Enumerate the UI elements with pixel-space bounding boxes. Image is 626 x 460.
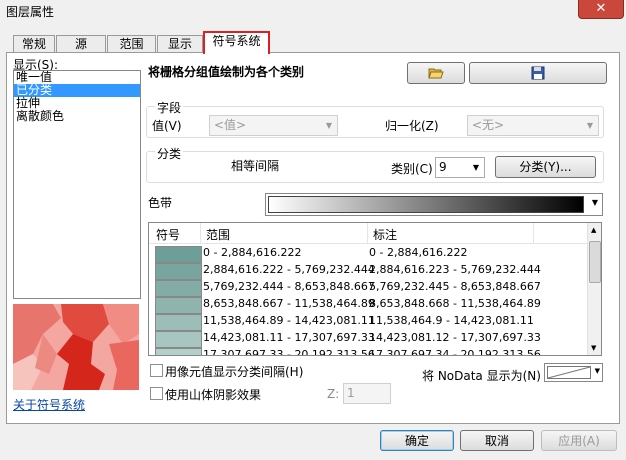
symbol-swatch[interactable] [155,314,202,331]
chevron-down-icon: ▼ [591,198,598,207]
label-cell: 0 - 2,884,616.222 [369,246,468,259]
label-cell: 2,884,616.223 - 5,769,232.444 [369,263,541,276]
range-cell: 11,538,464.89 - 14,423,081.11 [203,314,375,327]
z-factor-input[interactable]: 1 [343,383,391,404]
table-vertical-scrollbar[interactable]: ▲ ▼ [587,223,601,355]
hillshade-checkbox[interactable] [150,387,163,400]
save-layer-file-button[interactable] [469,62,607,84]
normalization-label: 归一化(Z) [385,119,439,133]
color-ramp-combo[interactable]: ▼ [265,193,603,216]
ok-button[interactable]: 确定 [380,430,454,451]
z-factor-value: 1 [347,386,355,400]
value-combo[interactable]: <值> ▼ [209,115,338,136]
symbol-swatch[interactable] [155,348,202,355]
color-ramp-label: 色带 [148,196,173,210]
classification-group-label: 分类 [155,145,184,162]
range-cell: 5,769,232.444 - 8,653,848.667 [203,280,375,293]
symbol-swatch[interactable] [155,280,202,297]
chevron-down-icon: ▼ [586,121,593,130]
tab-symbology[interactable]: 符号系统 [203,31,270,54]
chevron-down-icon: ▼ [325,121,332,130]
nodata-label: 将 NoData 显示为(N) [422,369,541,383]
value-combo-text: <值> [214,118,247,132]
range-cell: 2,884,616.222 - 5,769,232.444 [203,263,375,276]
close-button[interactable]: ✕ [578,0,624,19]
range-cell: 8,653,848.667 - 11,538,464.89 [203,297,375,310]
title-bar [0,0,626,22]
classification-method: 相等间隔 [231,159,280,173]
pixel-intervals-label: 用像元值显示分类间隔(H) [165,365,304,379]
about-symbology-link[interactable]: 关于符号系统 [13,396,85,413]
z-factor-label: Z: [327,387,340,401]
color-ramp-preview [268,196,584,213]
chevron-down-icon: ▼ [472,163,479,172]
chevron-down-icon: ▼ [594,367,600,375]
symbol-swatch[interactable] [155,246,202,263]
table-row[interactable]: 5,769,232.444 - 8,653,848.667 5,769,232.… [149,279,589,297]
classes-label: 类别(C) [391,162,433,176]
nodata-color-picker[interactable]: ▼ [544,363,603,382]
cancel-button[interactable]: 取消 [460,430,534,451]
table-row[interactable]: 11,538,464.89 - 14,423,081.11 11,538,464… [149,313,589,331]
column-divider [533,223,534,243]
normalization-combo-text: <无> [472,118,505,132]
table-row[interactable]: 17,307,697.33 - 20,192,313.56 17,307,697… [149,347,589,356]
column-header-label[interactable]: 标注 [373,226,397,243]
table-header: 符号 范围 标注 [149,223,589,244]
classes-table[interactable]: 符号 范围 标注 0 - 2,884,616.222 0 - 2,884,616… [148,222,602,356]
window-title: 图层属性 [6,5,55,19]
tab-source[interactable]: 源 [56,35,106,53]
field-group-label: 字段 [155,99,184,116]
hillshade-label: 使用山体阴影效果 [165,388,262,402]
classify-button[interactable]: 分类(Y)... [495,156,596,178]
table-row[interactable]: 8,653,848.667 - 11,538,464.89 8,653,848.… [149,296,589,314]
label-cell: 11,538,464.9 - 14,423,081.11 [369,314,534,327]
preview-map-image [13,304,139,390]
renderer-list[interactable]: 唯一值 已分类 拉伸 离散颜色 [13,70,141,299]
column-header-range[interactable]: 范围 [206,226,230,243]
range-cell: 14,423,081.11 - 17,307,697.33 [203,331,375,344]
symbol-swatch[interactable] [155,331,202,348]
value-label: 值(V) [152,119,182,133]
classes-combo-text: 9 [439,160,447,174]
column-divider [367,223,368,243]
list-item-discrete-color[interactable]: 离散颜色 [14,110,140,123]
table-row[interactable]: 0 - 2,884,616.222 0 - 2,884,616.222 [149,245,589,263]
apply-button[interactable]: 应用(A) [541,430,617,451]
symbol-swatch[interactable] [155,263,202,280]
range-cell: 17,307,697.33 - 20,192,313.56 [203,348,375,356]
tab-extent[interactable]: 范围 [107,35,156,53]
table-row[interactable]: 2,884,616.222 - 5,769,232.444 2,884,616.… [149,262,589,280]
column-divider [200,223,201,243]
column-header-symbol[interactable]: 符号 [156,226,180,243]
normalization-combo[interactable]: <无> ▼ [467,115,599,136]
floppy-save-icon [531,66,545,80]
symbol-swatch[interactable] [155,297,202,314]
label-cell: 14,423,081.12 - 17,307,697.33 [369,331,541,344]
open-layer-file-button[interactable] [407,62,465,84]
tab-general[interactable]: 常规 [13,35,55,53]
range-cell: 0 - 2,884,616.222 [203,246,302,259]
folder-open-icon [428,68,444,79]
scroll-down-icon[interactable]: ▼ [591,344,596,352]
label-cell: 17,307,697.34 - 20,192,313.56 [369,348,541,356]
label-cell: 5,769,232.445 - 8,653,848.667 [369,280,541,293]
no-color-swatch-icon [547,366,591,379]
renderer-heading: 将栅格分组值绘制为各个类别 [148,65,305,79]
classes-combo[interactable]: 9 ▼ [435,157,485,178]
table-row[interactable]: 14,423,081.11 - 17,307,697.33 14,423,081… [149,330,589,348]
scroll-up-icon[interactable]: ▲ [591,226,596,234]
label-cell: 8,653,848.668 - 11,538,464.89 [369,297,541,310]
tab-display[interactable]: 显示 [157,35,203,53]
scrollbar-thumb[interactable] [589,241,601,283]
pixel-intervals-checkbox[interactable] [150,364,163,377]
